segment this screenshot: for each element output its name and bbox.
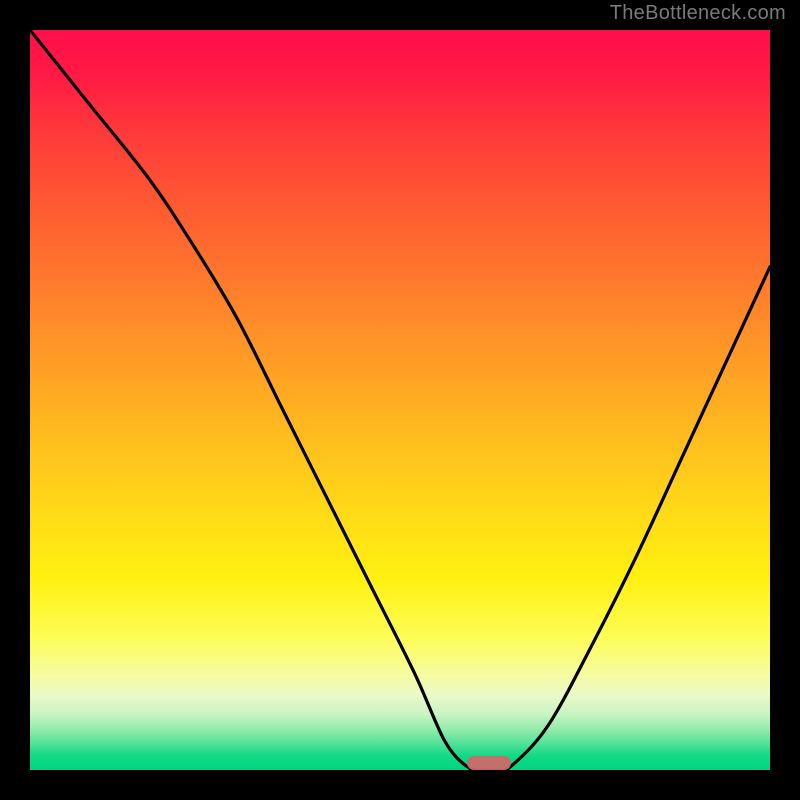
chart-frame: TheBottleneck.com [0, 0, 800, 800]
watermark-text: TheBottleneck.com [610, 2, 786, 25]
optimal-marker [467, 756, 511, 770]
plot-area [30, 30, 770, 770]
bottleneck-curve [30, 30, 770, 770]
